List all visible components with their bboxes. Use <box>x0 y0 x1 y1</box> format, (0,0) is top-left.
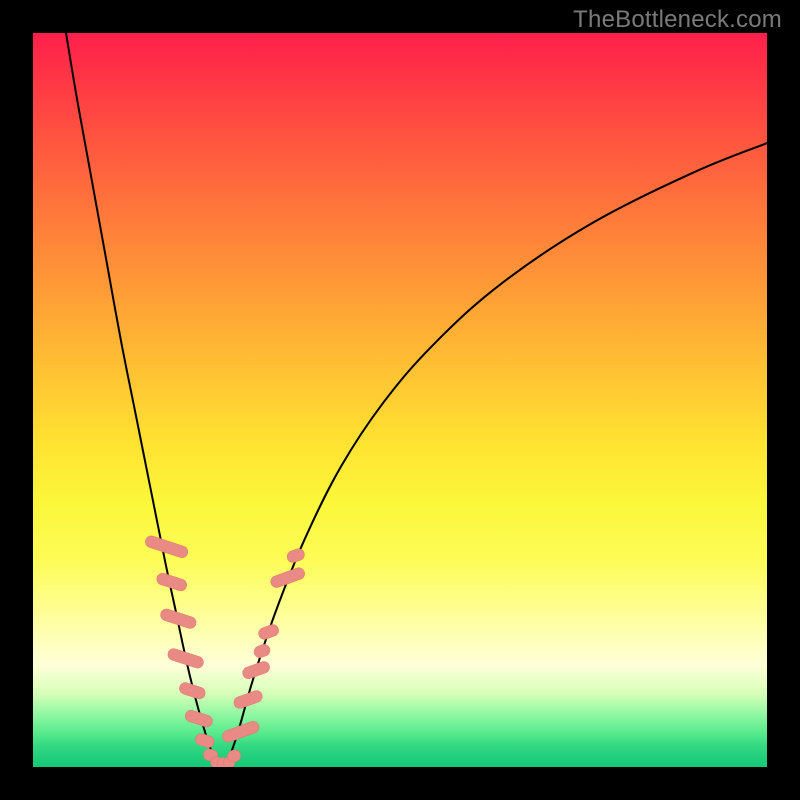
data-marker <box>232 689 264 710</box>
data-marker <box>241 660 271 681</box>
data-marker <box>166 647 205 670</box>
data-marker <box>194 732 216 749</box>
chart-frame: TheBottleneck.com <box>0 0 800 800</box>
curve-right-curve <box>228 143 767 763</box>
data-marker <box>144 534 190 559</box>
curve-left-curve <box>66 33 216 763</box>
watermark-text: TheBottleneck.com <box>573 6 782 34</box>
data-marker <box>252 643 271 660</box>
chart-svg <box>33 33 767 767</box>
data-marker <box>257 623 280 641</box>
data-marker <box>269 566 306 589</box>
data-marker <box>285 547 306 564</box>
marker-layer <box>144 534 306 767</box>
